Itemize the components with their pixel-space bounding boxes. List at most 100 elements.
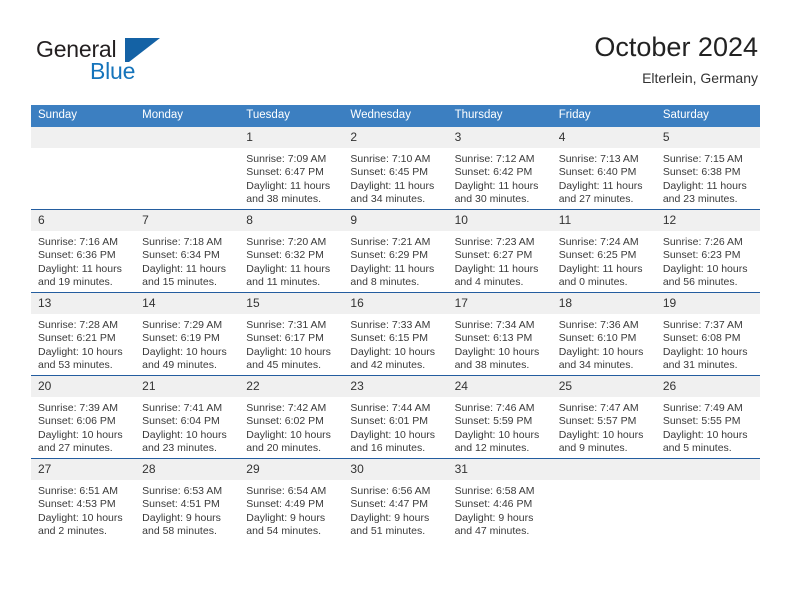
calendar-week-row: 1 Sunrise: 7:09 AM Sunset: 6:47 PM Daylight… xyxy=(31,127,760,210)
detail-line: Daylight: 10 hours xyxy=(350,345,436,358)
calendar-body: 1 Sunrise: 7:09 AM Sunset: 6:47 PM Daylight… xyxy=(31,127,760,541)
calendar-day-cell[interactable]: 3 Sunrise: 7:12 AM Sunset: 6:42 PM Daylight… xyxy=(447,127,552,210)
detail-line: Sunset: 6:27 PM xyxy=(454,249,533,262)
calendar-day-cell[interactable]: 24 Sunrise: 7:46 AM Sunset: 5:59 PM Dayligh… xyxy=(447,375,552,459)
weekday-header-sunday: Sunday xyxy=(31,105,136,127)
detail-line: and 38 minutes. xyxy=(454,358,530,371)
title-block: October 2024 Elterlein, Germany xyxy=(594,30,758,88)
calendar-day-cell[interactable]: 22 Sunrise: 7:42 AM Sunset: 6:02 PM Dayligh… xyxy=(239,375,344,459)
calendar-day-cell[interactable]: 30 Sunrise: 6:56 AM Sunset: 4:47 PM Dayligh… xyxy=(343,458,448,541)
day-sun-details xyxy=(656,480,760,485)
detail-line: and 12 minutes. xyxy=(454,441,530,454)
calendar-day-cell[interactable]: 14 Sunrise: 7:29 AM Sunset: 6:19 PM Dayligh… xyxy=(135,292,240,376)
detail-line: Daylight: 10 hours xyxy=(558,345,644,358)
day-number: 26 xyxy=(655,376,760,397)
detail-line: Daylight: 11 hours xyxy=(558,262,643,275)
detail-line: and 54 minutes. xyxy=(246,524,321,537)
detail-line: Sunrise: 7:28 AM xyxy=(38,319,118,331)
calendar-day-cell[interactable]: 9 Sunrise: 7:21 AM Sunset: 6:29 PM Daylight… xyxy=(343,209,448,293)
detail-line: Sunset: 6:21 PM xyxy=(38,332,116,345)
detail-line: and 45 minutes. xyxy=(246,358,321,371)
detail-line: and 49 minutes. xyxy=(142,358,217,371)
calendar-day-cell[interactable]: 20 Sunrise: 7:39 AM Sunset: 6:06 PM Dayligh… xyxy=(31,375,136,459)
day-number: 20 xyxy=(31,376,136,397)
day-sun-details: Sunrise: 7:36 AM Sunset: 6:10 PM Daylight:… xyxy=(552,314,656,372)
day-number: 12 xyxy=(655,210,760,231)
day-sun-details: Sunrise: 7:41 AM Sunset: 6:04 PM Daylight:… xyxy=(135,397,239,455)
detail-line: Sunset: 6:38 PM xyxy=(662,166,741,179)
calendar-day-cell[interactable]: 10 Sunrise: 7:23 AM Sunset: 6:27 PM Dayligh… xyxy=(447,209,552,293)
calendar-day-cell[interactable]: 4 Sunrise: 7:13 AM Sunset: 6:40 PM Daylight… xyxy=(551,127,656,210)
calendar-day-cell[interactable]: 29 Sunrise: 6:54 AM Sunset: 4:49 PM Dayligh… xyxy=(239,458,344,541)
calendar-day-cell[interactable]: 26 Sunrise: 7:49 AM Sunset: 5:55 PM Dayligh… xyxy=(655,375,760,459)
day-sun-details xyxy=(552,480,656,485)
day-number: 9 xyxy=(343,210,448,231)
detail-line: Daylight: 10 hours xyxy=(662,428,748,441)
detail-line: and 58 minutes. xyxy=(142,524,217,537)
calendar-day-cell[interactable]: 12 Sunrise: 7:26 AM Sunset: 6:23 PM Dayligh… xyxy=(655,209,760,293)
day-number: 1 xyxy=(239,127,344,148)
calendar-day-cell[interactable]: 8 Sunrise: 7:20 AM Sunset: 6:32 PM Daylight… xyxy=(239,209,344,293)
day-sun-details: Sunrise: 7:31 AM Sunset: 6:17 PM Daylight:… xyxy=(239,314,343,372)
day-sun-details: Sunrise: 7:47 AM Sunset: 5:57 PM Daylight:… xyxy=(552,397,656,455)
calendar-day-cell[interactable]: 16 Sunrise: 7:33 AM Sunset: 6:15 PM Dayligh… xyxy=(343,292,448,376)
day-sun-details: Sunrise: 7:18 AM Sunset: 6:34 PM Daylight:… xyxy=(135,231,239,289)
calendar-day-cell[interactable]: 1 Sunrise: 7:09 AM Sunset: 6:47 PM Daylight… xyxy=(239,127,344,210)
calendar-page: General Blue October 2024 Elterlein, Ger… xyxy=(0,0,792,612)
calendar-day-cell[interactable]: 17 Sunrise: 7:34 AM Sunset: 6:13 PM Dayligh… xyxy=(447,292,552,376)
calendar-day-cell[interactable]: 7 Sunrise: 7:18 AM Sunset: 6:34 PM Daylight… xyxy=(135,209,240,293)
calendar-day-cell[interactable]: 31 Sunrise: 6:58 AM Sunset: 4:46 PM Dayligh… xyxy=(447,458,552,541)
calendar-day-cell[interactable]: 27 Sunrise: 6:51 AM Sunset: 4:53 PM Dayligh… xyxy=(31,458,136,541)
detail-line: and 4 minutes. xyxy=(454,275,524,288)
detail-line: Sunrise: 7:31 AM xyxy=(246,319,327,331)
calendar-day-cell[interactable]: 2 Sunrise: 7:10 AM Sunset: 6:45 PM Daylight… xyxy=(343,127,448,210)
brand-logo[interactable]: General Blue xyxy=(36,36,246,92)
detail-line: Sunrise: 7:16 AM xyxy=(38,236,118,248)
detail-line: Sunset: 6:01 PM xyxy=(350,415,429,428)
detail-line: Sunrise: 7:13 AM xyxy=(558,153,639,165)
detail-line: Sunrise: 7:47 AM xyxy=(558,402,639,414)
calendar-day-cell[interactable]: 15 Sunrise: 7:31 AM Sunset: 6:17 PM Dayligh… xyxy=(239,292,344,376)
calendar-day-cell[interactable]: 28 Sunrise: 6:53 AM Sunset: 4:51 PM Dayligh… xyxy=(135,458,240,541)
calendar-day-cell[interactable]: 25 Sunrise: 7:47 AM Sunset: 5:57 PM Dayligh… xyxy=(551,375,656,459)
detail-line: Sunrise: 7:33 AM xyxy=(350,319,431,331)
day-number: 17 xyxy=(447,293,552,314)
calendar-day-cell[interactable]: 21 Sunrise: 7:41 AM Sunset: 6:04 PM Dayligh… xyxy=(135,375,240,459)
detail-line: Daylight: 11 hours xyxy=(38,262,122,275)
detail-line: Sunset: 4:46 PM xyxy=(454,498,533,511)
calendar-day-cell[interactable]: 23 Sunrise: 7:44 AM Sunset: 6:01 PM Dayligh… xyxy=(343,375,448,459)
day-number: 15 xyxy=(239,293,344,314)
day-number xyxy=(655,459,760,480)
calendar-header-row: Sunday Monday Tuesday Wednesday Thursday… xyxy=(31,105,760,127)
day-sun-details: Sunrise: 7:44 AM Sunset: 6:01 PM Daylight:… xyxy=(343,397,447,455)
calendar-day-cell[interactable]: 5 Sunrise: 7:15 AM Sunset: 6:38 PM Daylight… xyxy=(655,127,760,210)
detail-line: Sunrise: 7:37 AM xyxy=(662,319,743,331)
calendar-empty-cell xyxy=(135,127,240,210)
detail-line: Sunset: 4:47 PM xyxy=(350,498,429,511)
calendar-week-row: 20 Sunrise: 7:39 AM Sunset: 6:06 PM Dayligh… xyxy=(31,375,760,459)
detail-line: Daylight: 11 hours xyxy=(142,262,226,275)
detail-line: and 2 minutes. xyxy=(38,524,107,537)
detail-line: and 31 minutes. xyxy=(662,358,738,371)
calendar-day-cell[interactable]: 19 Sunrise: 7:37 AM Sunset: 6:08 PM Dayligh… xyxy=(655,292,760,376)
calendar-day-cell[interactable]: 13 Sunrise: 7:28 AM Sunset: 6:21 PM Dayligh… xyxy=(31,292,136,376)
location-subtitle: Elterlein, Germany xyxy=(642,70,758,86)
calendar-day-cell[interactable]: 18 Sunrise: 7:36 AM Sunset: 6:10 PM Dayligh… xyxy=(551,292,656,376)
calendar-day-cell[interactable]: 6 Sunrise: 7:16 AM Sunset: 6:36 PM Daylight… xyxy=(31,209,136,293)
detail-line: Sunset: 6:29 PM xyxy=(350,249,429,262)
detail-line: Sunset: 4:53 PM xyxy=(38,498,116,511)
detail-line: Daylight: 10 hours xyxy=(38,511,123,524)
detail-line: and 15 minutes. xyxy=(142,275,217,288)
detail-line: Daylight: 10 hours xyxy=(454,345,540,358)
day-number: 2 xyxy=(343,127,448,148)
detail-line: Sunset: 6:13 PM xyxy=(454,332,533,345)
day-number: 13 xyxy=(31,293,136,314)
detail-line: Sunrise: 7:09 AM xyxy=(246,153,327,165)
detail-line: Sunrise: 7:29 AM xyxy=(142,319,223,331)
day-number: 8 xyxy=(239,210,344,231)
detail-line: Sunset: 5:59 PM xyxy=(454,415,533,428)
detail-line: Sunrise: 7:34 AM xyxy=(454,319,535,331)
detail-line: Sunset: 6:15 PM xyxy=(350,332,429,345)
day-number: 3 xyxy=(447,127,552,148)
calendar-day-cell[interactable]: 11 Sunrise: 7:24 AM Sunset: 6:25 PM Dayligh… xyxy=(551,209,656,293)
